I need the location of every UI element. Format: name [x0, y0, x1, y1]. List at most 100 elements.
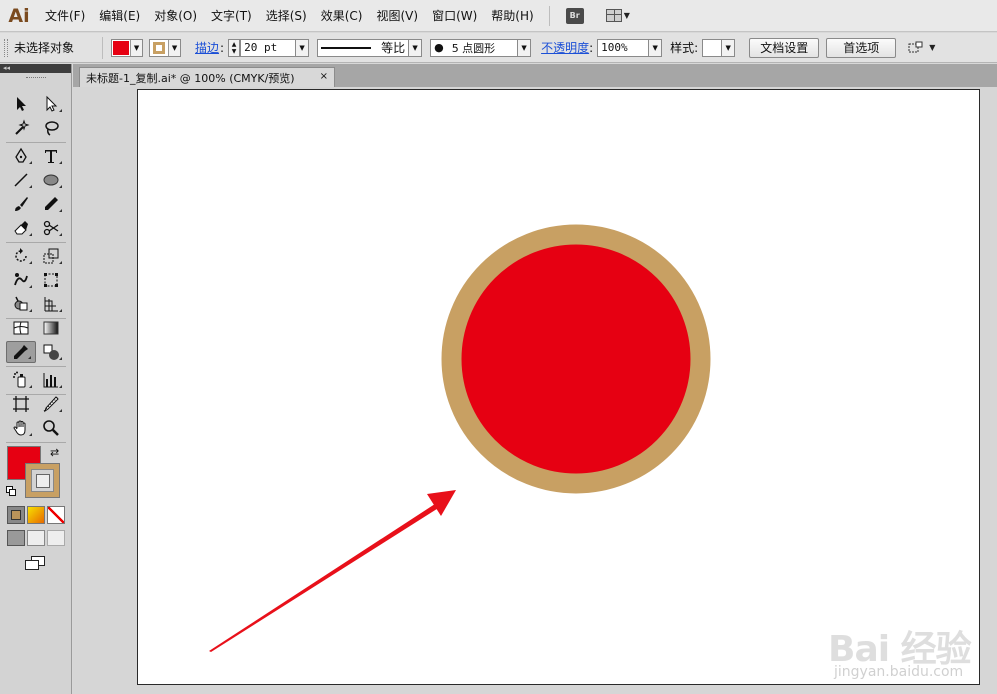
menu-object[interactable]: 对象(O) — [147, 0, 204, 32]
blend-icon — [43, 344, 59, 360]
screen-mode-icon[interactable] — [25, 556, 45, 570]
paintbrush-tool[interactable] — [6, 193, 36, 215]
opacity-field[interactable]: 100% — [597, 38, 650, 57]
menu-effect[interactable]: 效果(C) — [314, 0, 370, 32]
document-tab[interactable]: 未标题-1_复制.ai* @ 100% (CMYK/预览) × — [79, 67, 335, 87]
swap-colors-icon[interactable]: ⇄ — [50, 446, 59, 459]
arrange-documents-button[interactable]: ▼ — [908, 41, 935, 55]
document-tab-bar: 未标题-1_复制.ai* @ 100% (CMYK/预览) × — [73, 64, 997, 87]
chevron-down-icon[interactable]: ▼ — [296, 38, 310, 57]
pencil-tool[interactable] — [36, 193, 66, 215]
column-graph-icon — [43, 373, 58, 388]
tools-panel-grip[interactable] — [0, 73, 71, 83]
workspace-switcher[interactable]: ▼ — [605, 9, 630, 22]
opacity-panel-link[interactable]: 不透明度 — [541, 39, 589, 56]
stroke-swatch-hole — [31, 469, 54, 492]
fill-color-dropdown[interactable]: ▼ — [111, 38, 144, 57]
pen-tool[interactable] — [6, 145, 36, 167]
default-colors-icon[interactable] — [6, 486, 16, 496]
chevron-down-icon: ▼ — [409, 38, 423, 57]
mesh-icon — [13, 321, 29, 335]
preferences-button[interactable]: 首选项 — [826, 37, 897, 58]
gradient-mode-button[interactable] — [27, 506, 45, 524]
menu-edit[interactable]: 编辑(E) — [92, 0, 147, 32]
direct-selection-icon — [46, 95, 58, 112]
canvas-area[interactable]: Bai 经验 jingyan.baidu.com — [73, 87, 997, 694]
direct-selection-tool[interactable] — [36, 93, 66, 115]
workspace-icon — [605, 9, 622, 22]
chevron-down-icon[interactable]: ▼ — [649, 38, 663, 57]
style-swatch — [702, 38, 723, 57]
stroke-profile-label: 等比 — [381, 41, 406, 55]
bridge-button[interactable]: Br — [565, 7, 584, 24]
lasso-tool[interactable] — [36, 117, 66, 139]
menu-divider — [548, 5, 550, 26]
ellipse-tool[interactable] — [36, 169, 66, 191]
stroke-color-swatch[interactable] — [25, 463, 60, 498]
none-mode-button[interactable] — [47, 506, 65, 524]
rotate-tool[interactable] — [6, 245, 36, 267]
menu-file[interactable]: 文件(F) — [38, 0, 92, 32]
warp-tool[interactable] — [6, 269, 36, 291]
perspective-grid-icon — [44, 297, 58, 312]
symbol-sprayer-icon — [13, 371, 26, 388]
menu-select[interactable]: 选择(S) — [259, 0, 314, 32]
watermark-url: jingyan.baidu.com — [834, 664, 964, 680]
document-setup-button[interactable]: 文档设置 — [749, 37, 820, 58]
eyedropper-tool[interactable] — [6, 341, 36, 363]
shape-builder-icon — [14, 296, 28, 311]
artboard-tool[interactable] — [6, 393, 36, 415]
type-tool[interactable] — [36, 145, 66, 167]
brush-dropdown[interactable]: ● 5 点圆形 ▼ — [430, 38, 532, 57]
gradient-icon — [43, 321, 59, 335]
perspective-grid-tool[interactable] — [36, 293, 66, 315]
close-icon[interactable]: × — [320, 71, 328, 82]
chevron-down-icon: ▼ — [722, 38, 736, 57]
stroke-profile-dropdown[interactable]: 等比 ▼ — [317, 38, 423, 57]
artboard[interactable]: Bai 经验 jingyan.baidu.com — [137, 89, 980, 685]
scissors-tool[interactable] — [36, 217, 66, 239]
draw-normal-button[interactable] — [7, 530, 25, 546]
blob-brush-tool[interactable] — [6, 217, 36, 239]
menu-type[interactable]: 文字(T) — [204, 0, 259, 32]
mesh-tool[interactable] — [6, 317, 36, 339]
column-graph-tool[interactable] — [36, 369, 66, 391]
symbol-sprayer-tool[interactable] — [6, 369, 36, 391]
scissors-icon — [43, 220, 59, 236]
hand-tool[interactable] — [6, 417, 36, 439]
arrow-annotation — [209, 490, 456, 652]
menu-window[interactable]: 窗口(W) — [425, 0, 484, 32]
zoom-tool[interactable] — [36, 417, 66, 439]
hand-icon — [13, 420, 26, 436]
tools-panel-collapse[interactable]: ◂◂ — [0, 64, 71, 73]
opacity-colon: : — [589, 40, 594, 55]
draw-inside-button[interactable] — [47, 530, 65, 546]
gradient-tool[interactable] — [36, 317, 66, 339]
free-transform-tool[interactable] — [36, 269, 66, 291]
line-segment-tool[interactable] — [6, 169, 36, 191]
slice-tool[interactable] — [36, 393, 66, 415]
blend-tool[interactable] — [36, 341, 66, 363]
style-dropdown[interactable]: ▼ — [702, 38, 736, 57]
ellipse-icon — [43, 174, 59, 186]
magic-wand-tool[interactable] — [6, 117, 36, 139]
stroke-swatch — [151, 40, 168, 55]
brush-dot-icon: ● — [434, 41, 444, 54]
stroke-panel-link[interactable]: 描边 — [195, 39, 219, 56]
menu-view[interactable]: 视图(V) — [369, 0, 425, 32]
stroke-color-dropdown[interactable]: ▼ — [149, 38, 182, 57]
shape-builder-tool[interactable] — [6, 293, 36, 315]
panel-grip[interactable] — [4, 38, 8, 57]
fill-swatch — [113, 40, 130, 55]
rotate-icon — [15, 248, 27, 262]
color-mode-button[interactable] — [7, 506, 25, 524]
menu-help[interactable]: 帮助(H) — [484, 0, 540, 32]
stroke-weight-stepper[interactable]: ▲ ▼ — [228, 38, 241, 57]
draw-behind-button[interactable] — [27, 530, 45, 546]
selection-tool[interactable] — [6, 93, 36, 115]
stroke-weight-field[interactable]: 20 pt — [240, 38, 297, 57]
circle-shape[interactable] — [441, 224, 711, 494]
color-mode-row — [7, 506, 65, 524]
scale-tool[interactable] — [36, 245, 66, 267]
draw-mode-row — [7, 530, 65, 546]
